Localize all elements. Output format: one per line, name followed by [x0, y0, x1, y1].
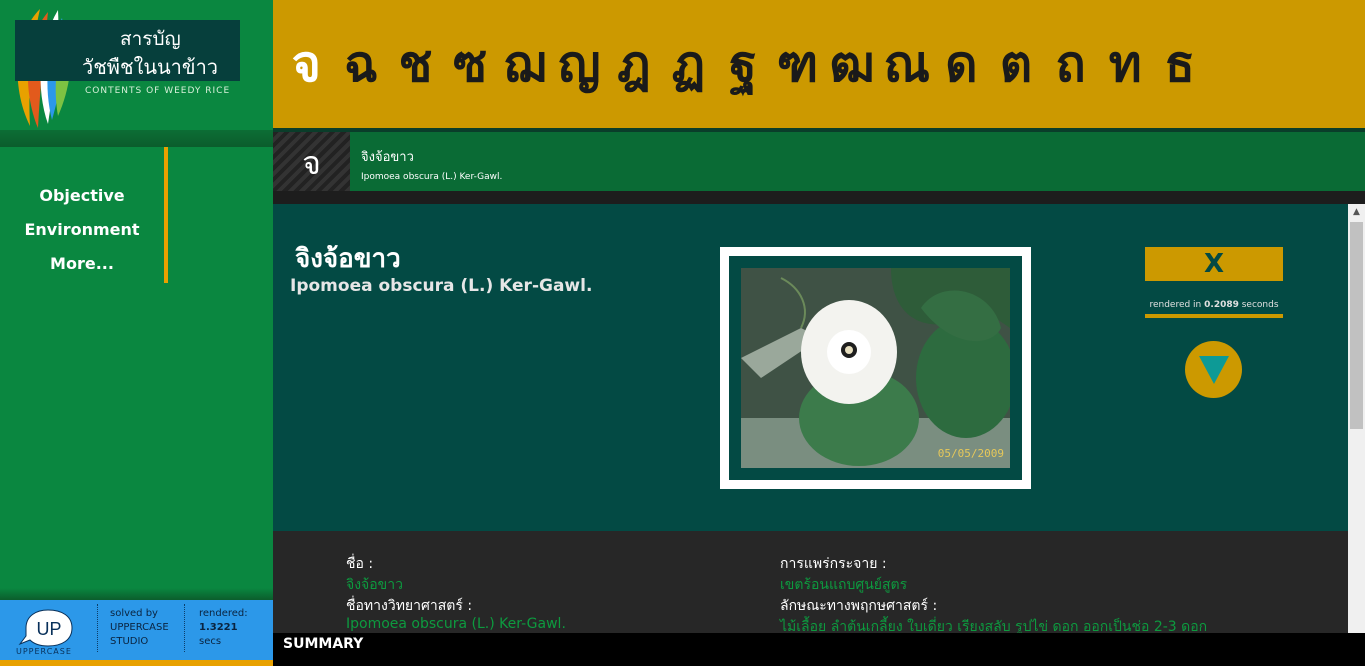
- alphabet-letter-16[interactable]: ธ: [1153, 25, 1208, 104]
- logo-title-line2: วัชพืชในนาข้าว: [82, 55, 219, 79]
- breadcrumb-letter[interactable]: จ: [273, 132, 350, 195]
- plant-photo[interactable]: 05/05/2009: [741, 268, 1010, 468]
- info-label-scientific: ชื่อทางวิทยาศาสตร์ :: [346, 598, 473, 614]
- solved-by-line1: solved by: [110, 608, 158, 619]
- alphabet-letter-3[interactable]: ซ: [443, 25, 498, 104]
- plant-scientific-name: Ipomoea obscura (L.) Ker-Gawl.: [290, 276, 593, 296]
- alphabet-letter-9[interactable]: ฑ: [770, 25, 825, 104]
- alphabet-letter-8[interactable]: ฐ: [716, 25, 771, 104]
- render-time-value: 1.3221: [199, 622, 238, 633]
- info-label-name: ชื่อ :: [346, 556, 374, 572]
- info-value-scientific: Ipomoea obscura (L.) Ker-Gawl.: [346, 616, 566, 632]
- sidebar-nav: Objective Environment More...: [0, 147, 168, 283]
- alphabet-letter-15[interactable]: ท: [1098, 25, 1153, 104]
- photo-date-stamp: 05/05/2009: [937, 447, 1004, 460]
- footer-separator: [184, 604, 185, 652]
- info-label-distribution: การแพร่กระจาย :: [780, 556, 887, 572]
- sidebar: สารบัญ วัชพืชในนาข้าว CONTENTS OF WEEDY …: [0, 0, 273, 666]
- nav-item-objective[interactable]: Objective: [0, 183, 164, 217]
- breadcrumb-scientific-name: Ipomoea obscura (L.) Ker-Gawl.: [361, 172, 503, 182]
- scrollbar-thumb[interactable]: [1350, 222, 1363, 429]
- alphabet-letter-0[interactable]: จ: [279, 25, 334, 104]
- scroll-down-button[interactable]: [1185, 341, 1242, 398]
- alphabet-letter-2[interactable]: ช: [388, 25, 443, 104]
- summary-tab[interactable]: SUMMARY: [273, 633, 1365, 666]
- up-logo-text: UP: [36, 619, 61, 639]
- logo-title-line1: สารบัญ: [120, 28, 181, 50]
- nav-item-environment[interactable]: Environment: [0, 217, 164, 251]
- alphabet-letter-6[interactable]: ฎ: [607, 25, 662, 104]
- alphabet-letter-5[interactable]: ญ: [552, 25, 607, 104]
- breadcrumb: จ จิงจ้อขาว Ipomoea obscura (L.) Ker-Gaw…: [273, 128, 1365, 195]
- alphabet-letter-1[interactable]: ฉ: [334, 25, 389, 104]
- logo[interactable]: สารบัญ วัชพืชในนาข้าว CONTENTS OF WEEDY …: [0, 0, 273, 135]
- plant-name-heading: จิงจ้อขาว: [295, 244, 401, 274]
- uppercase-caption: UPPERCASE: [16, 647, 72, 656]
- render-time-text: rendered: 1.3221 secs: [199, 607, 248, 649]
- alphabet-letter-7[interactable]: ฏ: [661, 25, 716, 104]
- scroll-up-arrow-icon[interactable]: ▲: [1348, 204, 1365, 221]
- plant-info-section: ชื่อ : จิงจ้อขาว ชื่อทางวิทยาศาสตร์ : Ip…: [273, 531, 1348, 633]
- nav-item-more[interactable]: More...: [0, 251, 164, 285]
- info-column-left: ชื่อ : จิงจ้อขาว ชื่อทางวิทยาศาสตร์ : Ip…: [346, 553, 566, 633]
- vertical-scrollbar[interactable]: ▲: [1348, 204, 1365, 633]
- info-label-botany: ลักษณะทางพฤกษศาสตร์ :: [780, 598, 938, 614]
- solved-by-line2: UPPERCASE: [110, 622, 169, 633]
- uppercase-logo-icon[interactable]: UP: [18, 608, 78, 648]
- sidebar-footer: UP UPPERCASE solved by UPPERCASE STUDIO …: [0, 600, 273, 660]
- alphabet-nav: จฉชซฌญฎฏฐฑฒณดตถทธ: [273, 0, 1365, 128]
- render-note: rendered in 0.2089 seconds: [1145, 300, 1283, 318]
- breadcrumb-divider: [273, 191, 1365, 204]
- alphabet-letter-13[interactable]: ต: [989, 25, 1044, 104]
- close-button[interactable]: X: [1145, 247, 1283, 281]
- solved-by-line3: STUDIO: [110, 636, 149, 647]
- info-value-botany: ไม้เลื้อย ลำต้นเกลี้ยง ใบเดี่ยว เรียงสลั…: [780, 619, 1208, 633]
- alphabet-letter-11[interactable]: ณ: [880, 25, 935, 104]
- render-time-label: rendered:: [199, 608, 248, 619]
- alphabet-letter-14[interactable]: ถ: [1043, 25, 1098, 104]
- info-value-distribution: เขตร้อนแถบศูนย์สูตร: [780, 577, 908, 593]
- alphabet-letter-4[interactable]: ฌ: [497, 25, 552, 104]
- alphabet-letter-10[interactable]: ฒ: [825, 25, 880, 104]
- render-time-unit: secs: [199, 636, 222, 647]
- morning-glory-flower-illustration: [741, 268, 1010, 468]
- footer-separator: [97, 604, 98, 652]
- render-note-time: 0.2089: [1204, 300, 1239, 310]
- info-value-name: จิงจ้อขาว: [346, 577, 403, 593]
- render-note-suffix: seconds: [1238, 300, 1279, 310]
- info-column-right: การแพร่กระจาย : เขตร้อนแถบศูนย์สูตร ลักษ…: [780, 553, 1207, 633]
- logo-divider: [0, 130, 273, 147]
- logo-subtitle: CONTENTS OF WEEDY RICE: [85, 86, 231, 96]
- solved-by-text: solved by UPPERCASE STUDIO: [110, 607, 169, 649]
- plant-photo-frame: 05/05/2009: [720, 247, 1031, 489]
- triangle-down-icon: [1198, 355, 1229, 384]
- alphabet-letter-12[interactable]: ด: [934, 25, 989, 104]
- footer-accent-bar: [0, 660, 273, 666]
- footer-divider: [0, 588, 273, 600]
- render-note-prefix: rendered in: [1149, 300, 1205, 310]
- plant-detail-panel: จิงจ้อขาว Ipomoea obscura (L.) Ker-Gawl.: [273, 204, 1348, 531]
- breadcrumb-name[interactable]: จิงจ้อขาว: [361, 146, 414, 167]
